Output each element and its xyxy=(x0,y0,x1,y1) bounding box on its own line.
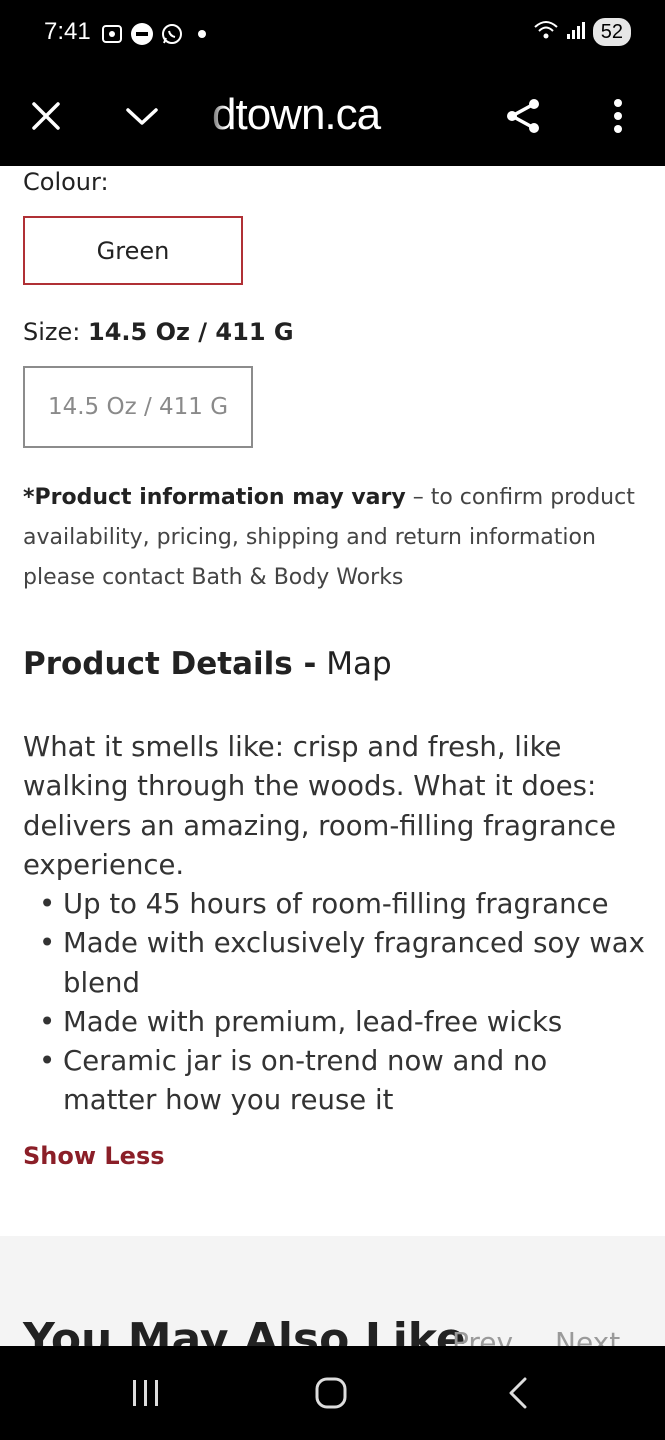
product-details-heading: Product Details - Map xyxy=(23,646,392,682)
size-selected-value: 14.5 Oz / 411 G xyxy=(88,318,294,346)
url-fade xyxy=(196,88,226,148)
product-description: What it smells like: crisp and fresh, li… xyxy=(23,731,617,881)
home-button[interactable] xyxy=(301,1368,361,1418)
recent-apps-button[interactable] xyxy=(116,1368,176,1418)
product-disclaimer: *Product information may vary – to confi… xyxy=(23,478,643,598)
status-notification-icons xyxy=(100,20,206,48)
colour-label: Colour: xyxy=(23,168,109,196)
colour-option-green[interactable]: Green xyxy=(23,216,243,285)
status-bar: 7:41 52 xyxy=(0,0,665,68)
show-less-link[interactable]: Show Less xyxy=(23,1142,165,1170)
back-icon xyxy=(509,1377,527,1409)
share-button[interactable] xyxy=(500,92,548,140)
whatsapp-icon xyxy=(160,22,184,46)
back-button[interactable] xyxy=(488,1368,548,1418)
prev-button[interactable]: Prev xyxy=(452,1326,513,1346)
url-bar[interactable]: dtown.ca xyxy=(212,90,381,140)
details-heading-product: Map xyxy=(316,646,392,682)
home-icon xyxy=(315,1377,347,1409)
list-item: Up to 45 hours of room-filling fragrance xyxy=(23,885,648,925)
recommendations-title: You May Also Like xyxy=(23,1314,466,1346)
status-system-icons: 52 xyxy=(533,18,631,46)
close-button[interactable] xyxy=(22,92,70,140)
wifi-icon xyxy=(533,19,559,45)
size-label: Size: xyxy=(23,318,81,346)
news-icon xyxy=(130,22,154,46)
size-option[interactable]: 14.5 Oz / 411 G xyxy=(23,366,253,448)
signal-icon xyxy=(565,19,587,45)
screenshot-icon xyxy=(100,22,124,46)
list-item: Made with exclusively fragranced soy wax… xyxy=(23,924,648,1003)
more-options-button[interactable] xyxy=(594,92,642,140)
battery-indicator: 52 xyxy=(592,18,631,46)
page-content: Colour: Green Size: 14.5 Oz / 411 G 14.5… xyxy=(0,166,665,1346)
disclaimer-bold: *Product information may vary xyxy=(23,485,406,510)
list-item: Made with premium, lead-free wicks xyxy=(23,1003,648,1043)
dropdown-button[interactable] xyxy=(118,92,166,140)
close-icon xyxy=(32,102,60,130)
feature-list: Up to 45 hours of room-filling fragrance… xyxy=(23,885,648,1121)
status-time: 7:41 xyxy=(44,18,91,45)
size-label-line: Size: 14.5 Oz / 411 G xyxy=(23,318,294,346)
more-vert-icon xyxy=(614,99,622,133)
chevron-down-icon xyxy=(126,108,158,125)
next-button[interactable]: Next xyxy=(555,1326,620,1346)
browser-toolbar: dtown.ca xyxy=(0,68,665,166)
list-item: Ceramic jar is on-trend now and no matte… xyxy=(23,1042,648,1121)
navigation-bar xyxy=(0,1346,665,1440)
recent-apps-icon xyxy=(133,1380,158,1406)
share-icon xyxy=(507,99,539,133)
details-heading-bold: Product Details - xyxy=(23,646,317,682)
notification-dot-icon xyxy=(198,30,206,38)
